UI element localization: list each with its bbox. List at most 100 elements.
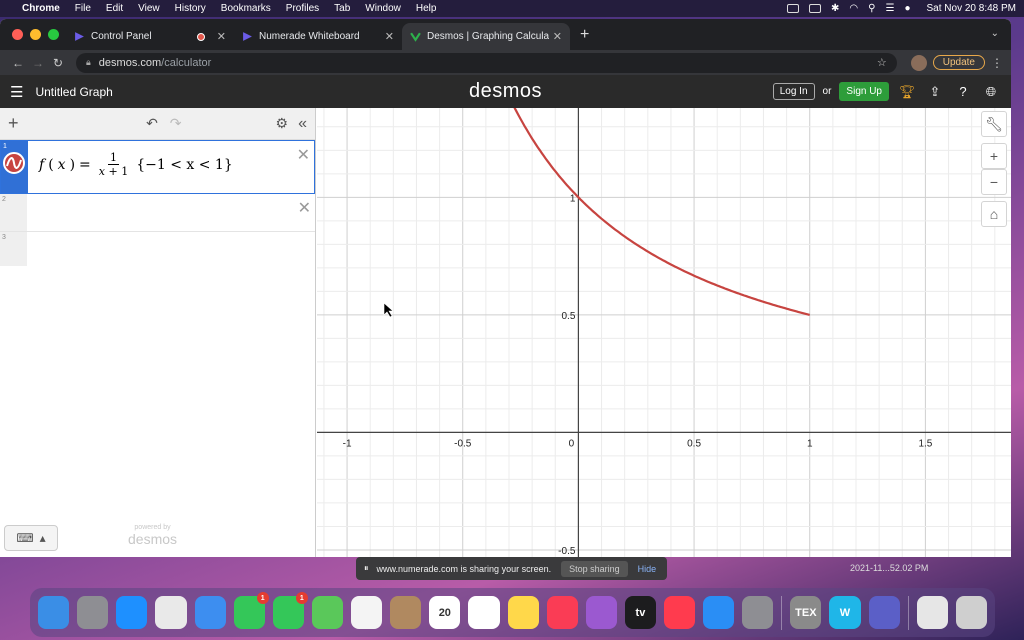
tab-close-icon[interactable]: ✕ xyxy=(553,30,562,43)
trophy-icon[interactable]: 🏆︎ xyxy=(897,84,917,100)
default-viewport-home-icon[interactable]: ⌂ xyxy=(981,201,1007,227)
delete-expression-icon[interactable]: ✕ xyxy=(297,145,310,165)
expression-row-1[interactable]: 1 f (x) = 1 x + 1 {−1 < x < 1} ✕ xyxy=(0,140,315,194)
menu-app-name[interactable]: Chrome xyxy=(22,3,60,14)
launchpad-icon[interactable] xyxy=(77,596,109,629)
menu-help[interactable]: Help xyxy=(416,3,437,14)
expression-gutter: 1 xyxy=(1,141,28,193)
wifi-icon[interactable]: ◠ xyxy=(849,3,858,14)
tab-desmos[interactable]: Desmos | Graphing Calculator ✕ xyxy=(402,23,570,50)
podcasts-icon[interactable] xyxy=(585,596,617,629)
close-window-button[interactable] xyxy=(12,29,23,40)
menu-bookmarks[interactable]: Bookmarks xyxy=(221,3,271,14)
facetime-icon[interactable]: 1 xyxy=(233,592,269,629)
bluetooth-icon[interactable]: ✱ xyxy=(831,3,839,14)
trash-icon[interactable] xyxy=(955,596,987,629)
teams-icon[interactable] xyxy=(868,596,900,629)
delete-expression-icon[interactable]: ✕ xyxy=(298,198,311,218)
hamburger-menu-icon[interactable]: ☰ xyxy=(10,83,23,101)
desktop-file-label[interactable]: 2021-11...52.02 PM xyxy=(850,563,928,573)
add-item-button[interactable]: + xyxy=(8,113,19,134)
expression-row-2[interactable]: 2 ✕ xyxy=(0,194,315,232)
screen-mirroring-icon[interactable] xyxy=(787,4,800,13)
tex-icon[interactable]: TEX xyxy=(790,596,822,629)
reload-button[interactable]: ↻ xyxy=(48,56,68,70)
redo-icon[interactable]: ↷ xyxy=(170,115,182,132)
profile-avatar[interactable] xyxy=(910,54,927,71)
calendar-icon[interactable]: 20 xyxy=(429,596,461,629)
tab-numerade-whiteboard[interactable]: Numerade Whiteboard ✕ xyxy=(234,23,402,50)
menu-window[interactable]: Window xyxy=(365,3,401,14)
contacts-icon[interactable] xyxy=(390,596,422,629)
more-menu-icon[interactable]: ⋮ xyxy=(991,56,1003,70)
expression-toolbar: + ↶ ↷ ⚙ « xyxy=(0,108,315,140)
share-icon[interactable]: ⇪ xyxy=(925,84,945,100)
keypad-toggle-button[interactable]: ⌨ ▴ xyxy=(4,525,58,551)
graph-paper[interactable]: -1 -0.5 0 0.5 1 1.5 1 0.5 -0.5 🔧︎ + − ⌂ xyxy=(317,108,1011,557)
menu-clock[interactable]: Sat Nov 20 8:48 PM xyxy=(927,3,1017,14)
graph-title[interactable]: Untitled Graph xyxy=(35,85,112,99)
dock-separator xyxy=(907,595,909,630)
hide-button[interactable]: Hide xyxy=(638,564,657,574)
zoom-window-button[interactable] xyxy=(48,29,59,40)
photos-icon[interactable] xyxy=(351,596,383,629)
news-icon[interactable] xyxy=(664,596,696,629)
forward-button[interactable]: → xyxy=(28,56,48,70)
menu-file[interactable]: File xyxy=(75,3,91,14)
collapse-list-icon[interactable]: « xyxy=(298,115,307,133)
spotlight-search-icon[interactable]: ⚲ xyxy=(868,3,875,14)
lock-icon[interactable]: 🔒︎ xyxy=(86,57,91,68)
tab-close-icon[interactable]: ✕ xyxy=(217,30,226,43)
new-tab-button[interactable]: + xyxy=(580,26,589,44)
tab-search-chevron-icon[interactable]: ⌄ xyxy=(991,28,999,39)
stop-sharing-button[interactable]: Stop sharing xyxy=(561,560,628,577)
menu-edit[interactable]: Edit xyxy=(106,3,123,14)
zoom-out-button[interactable]: − xyxy=(981,169,1007,195)
powered-by-label: powered by xyxy=(134,524,171,531)
apple-tv-icon[interactable]: tv xyxy=(624,596,656,629)
log-in-button[interactable]: Log In xyxy=(772,83,815,100)
tab-close-icon[interactable]: ✕ xyxy=(385,30,394,43)
menu-history[interactable]: History xyxy=(175,3,206,14)
menu-profiles[interactable]: Profiles xyxy=(286,3,319,14)
system-preferences-icon[interactable] xyxy=(742,596,774,629)
x-tick-label: 0.5 xyxy=(687,438,701,449)
expression-gutter: 2 xyxy=(0,194,27,231)
reminders-icon[interactable] xyxy=(468,596,500,629)
tab-control-panel[interactable]: Control Panel ✕ xyxy=(66,23,234,50)
expression-index: 1 xyxy=(3,143,7,150)
undo-icon[interactable]: ↶ xyxy=(146,115,158,132)
back-button[interactable]: ← xyxy=(8,56,28,70)
battery-icon[interactable] xyxy=(809,4,822,13)
chrome-icon[interactable] xyxy=(155,596,187,629)
document-icon[interactable] xyxy=(916,596,948,629)
minimize-window-button[interactable] xyxy=(30,29,41,40)
gear-icon[interactable]: ⚙ xyxy=(276,115,289,132)
language-globe-icon[interactable]: 🌐︎ xyxy=(981,84,1001,100)
siri-icon[interactable]: ● xyxy=(904,3,910,14)
curve-color-swatch[interactable] xyxy=(3,152,25,174)
expression-row-3[interactable]: 3 xyxy=(0,232,315,266)
address-bar[interactable]: 🔒︎ desmos.com /calculator ☆ xyxy=(76,52,897,73)
x-tick-label: -0.5 xyxy=(454,438,472,449)
control-center-icon[interactable]: ☰ xyxy=(885,3,894,14)
graph-settings-wrench-icon[interactable]: 🔧︎ xyxy=(981,111,1007,137)
mail-icon[interactable] xyxy=(194,596,226,629)
bookmark-star-icon[interactable]: ☆ xyxy=(877,56,887,69)
sign-up-button[interactable]: Sign Up xyxy=(839,82,889,101)
menu-view[interactable]: View xyxy=(138,3,160,14)
messages-icon[interactable]: 1 xyxy=(272,592,308,629)
finder-icon[interactable] xyxy=(38,596,70,629)
expression-math[interactable]: f (x) = 1 x + 1 {−1 < x < 1} xyxy=(39,151,233,178)
graph-canvas[interactable]: -1 -0.5 0 0.5 1 1.510.5-0.5 xyxy=(317,108,1011,557)
notes-icon[interactable] xyxy=(507,596,539,629)
update-button[interactable]: Update xyxy=(932,55,985,70)
safari-icon[interactable] xyxy=(116,596,148,629)
help-icon[interactable]: ? xyxy=(953,84,973,99)
app-store-icon[interactable] xyxy=(703,596,735,629)
music-icon[interactable] xyxy=(546,596,578,629)
menu-tab[interactable]: Tab xyxy=(334,3,350,14)
maps-icon[interactable] xyxy=(311,596,343,629)
zoom-in-button[interactable]: + xyxy=(981,143,1007,169)
webex-icon[interactable]: W xyxy=(829,596,861,629)
